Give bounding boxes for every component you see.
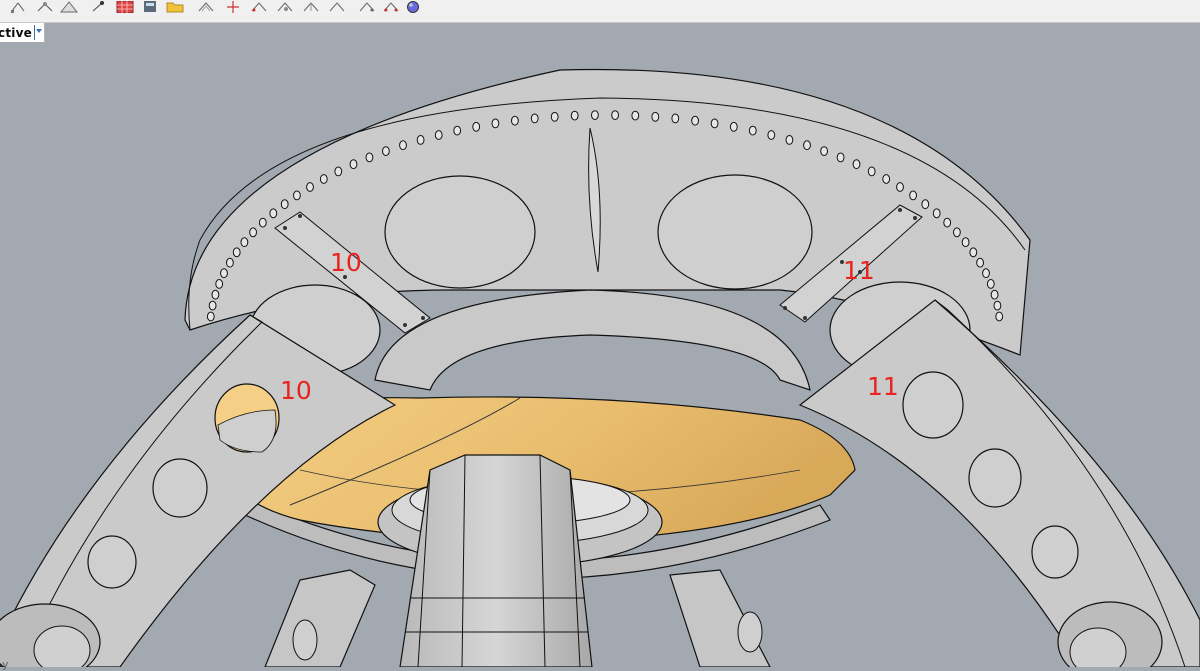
cplane-rotate-icon[interactable]	[195, 0, 217, 14]
left-bracket-label: 10	[330, 248, 362, 277]
bolt-hole	[976, 257, 984, 268]
bolt-hole	[280, 199, 289, 210]
cplane-undo-icon[interactable]	[326, 0, 348, 14]
bolt-hole	[269, 208, 278, 219]
bolt-hole	[208, 300, 217, 311]
bolt-hole	[803, 140, 811, 151]
point-icon[interactable]	[88, 0, 110, 14]
bolt-hole	[319, 174, 328, 184]
bolt-hole	[306, 182, 314, 192]
bolt-hole	[211, 289, 220, 300]
bolt-hole	[748, 125, 757, 136]
bolt-hole	[611, 110, 619, 120]
bolt-hole	[710, 118, 719, 129]
axis-label-y: y	[2, 658, 9, 671]
bolt-hole	[416, 135, 425, 145]
viewport-perspective[interactable]: 10 10 11 11 y	[0, 22, 1200, 671]
bolt-hole	[511, 115, 519, 126]
cplane-elevation-icon[interactable]	[58, 0, 80, 14]
bolt-hole	[953, 227, 961, 238]
bolt-hole	[349, 159, 358, 170]
bolt-hole	[530, 113, 539, 124]
bolt-hole	[382, 146, 390, 157]
bolt-hole	[570, 110, 579, 121]
bolt-hole	[591, 110, 599, 120]
cplane-object-icon[interactable]	[274, 0, 296, 14]
model-render	[0, 68, 1200, 671]
bolt-hole	[921, 199, 930, 210]
toolbar	[0, 0, 1200, 23]
right-leg-label: 11	[867, 372, 899, 401]
bolt-hole	[909, 190, 917, 201]
bolt-hole	[932, 208, 941, 219]
bolt-hole	[995, 311, 1004, 322]
bolt-hole	[399, 140, 407, 151]
render-sphere-icon[interactable]	[402, 0, 424, 14]
bolt-hole	[226, 257, 234, 268]
bolt-hole	[785, 135, 794, 145]
bolt-hole	[729, 121, 738, 132]
bolt-hole	[491, 118, 500, 129]
central-post	[399, 454, 593, 668]
bolt-hole	[990, 289, 999, 300]
right-bracket-label: 11	[843, 256, 875, 285]
bolt-hole	[334, 166, 343, 177]
left-leg-label: 10	[280, 376, 312, 405]
bolt-hole	[961, 237, 970, 248]
bolt-hole	[434, 130, 443, 140]
bolt-hole	[365, 152, 374, 163]
cplane-redo-icon[interactable]	[356, 0, 378, 14]
cplane-world-icon[interactable]	[34, 0, 56, 14]
bolt-hole	[651, 111, 660, 122]
bolt-hole	[896, 182, 904, 192]
bolt-hole	[249, 227, 258, 238]
bolt-hole	[986, 279, 995, 289]
snap-icon[interactable]	[222, 0, 244, 14]
bolt-hole	[220, 268, 228, 279]
bolt-hole	[206, 311, 215, 322]
bolt-hole	[969, 247, 978, 258]
bolt-hole	[982, 268, 990, 279]
bolt-hole	[852, 159, 861, 170]
open-folder-icon[interactable]	[165, 0, 187, 14]
grid-icon[interactable]	[114, 0, 136, 14]
calculator-icon[interactable]	[140, 0, 162, 14]
bolt-hole	[943, 217, 952, 228]
cplane-icon[interactable]	[8, 0, 30, 14]
bolt-hole	[631, 110, 640, 121]
bolt-hole	[882, 174, 891, 184]
bolt-hole	[453, 125, 462, 136]
bolt-hole	[240, 237, 249, 248]
bolt-hole	[293, 190, 301, 201]
bolt-hole	[472, 121, 481, 132]
bolt-hole	[993, 300, 1002, 311]
bolt-hole	[820, 146, 828, 157]
cplane-3point-icon[interactable]	[248, 0, 270, 14]
cplane-view-icon[interactable]	[300, 0, 322, 14]
bolt-hole	[215, 279, 224, 289]
cplane-named-icon[interactable]	[380, 0, 402, 14]
bolt-hole	[671, 113, 680, 124]
bolt-hole	[232, 247, 241, 258]
bolt-hole	[550, 111, 559, 122]
bolt-hole	[836, 152, 845, 163]
bolt-hole	[258, 217, 267, 228]
bolt-hole	[767, 130, 776, 140]
bolt-hole	[867, 166, 876, 177]
bolt-hole	[691, 115, 699, 126]
